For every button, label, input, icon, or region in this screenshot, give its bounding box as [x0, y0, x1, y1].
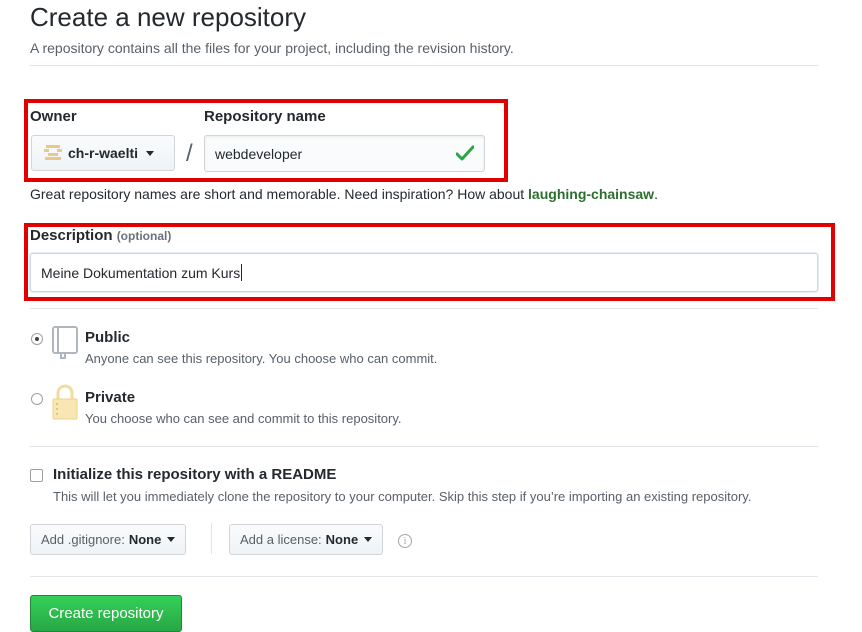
text-cursor [241, 264, 243, 281]
owner-name: ch-r-waelti [68, 145, 139, 161]
optional-tag: (optional) [116, 229, 172, 243]
name-suggestion-link[interactable]: laughing-chainsaw [528, 186, 654, 202]
hint-text: Great repository names are short and mem… [30, 186, 525, 202]
owner-label: Owner [30, 108, 77, 125]
repo-name-label: Repository name [204, 108, 326, 125]
license-select[interactable]: Add a license: None [229, 524, 384, 555]
repo-name-value: webdeveloper [215, 145, 303, 162]
visibility-divider [30, 446, 818, 447]
gitignore-label: Add .gitignore: [41, 532, 125, 547]
private-radio[interactable] [31, 393, 43, 405]
readme-checkbox[interactable] [30, 469, 43, 482]
public-desc: Anyone can see this repository. You choo… [85, 351, 438, 366]
select-divider [211, 523, 212, 554]
readme-label: Initialize this repository with a README [53, 466, 337, 483]
gitignore-select[interactable]: Add .gitignore: None [30, 524, 187, 555]
page-title: Create a new repository [30, 2, 307, 32]
create-repository-button[interactable]: Create repository [30, 595, 182, 632]
header-divider [30, 65, 818, 66]
info-icon[interactable]: i [398, 534, 412, 548]
license-label: Add a license: [240, 532, 322, 547]
avatar [44, 144, 62, 162]
public-title: Public [85, 329, 131, 346]
check-icon [455, 145, 475, 164]
lock-icon [52, 384, 78, 425]
description-value: Meine Dokumentation zum Kurs [41, 264, 241, 281]
repo-name-input[interactable]: webdeveloper [204, 135, 485, 172]
chevron-down-icon [167, 537, 176, 542]
description-label-text: Description [30, 227, 113, 244]
private-desc: You choose who can see and commit to thi… [85, 411, 402, 426]
hint-end: . [654, 186, 658, 202]
chevron-down-icon [146, 150, 155, 156]
footer-divider [30, 576, 818, 577]
private-title: Private [85, 389, 136, 406]
license-value: None [325, 532, 359, 547]
readme-desc: This will let you immediately clone the … [53, 489, 752, 504]
description-input[interactable]: Meine Dokumentation zum Kurs [30, 253, 818, 292]
repo-book-icon [51, 326, 79, 365]
page-subtitle: A repository contains all the files for … [30, 40, 514, 56]
owner-select-button[interactable]: ch-r-waelti [31, 135, 175, 171]
description-divider [30, 308, 818, 309]
gitignore-value: None [128, 532, 162, 547]
description-label: Description (optional) [30, 227, 171, 244]
chevron-down-icon [364, 537, 373, 542]
repo-name-hint: Great repository names are short and mem… [30, 186, 658, 202]
public-radio[interactable] [31, 333, 43, 345]
owner-repo-separator: / [186, 140, 193, 167]
